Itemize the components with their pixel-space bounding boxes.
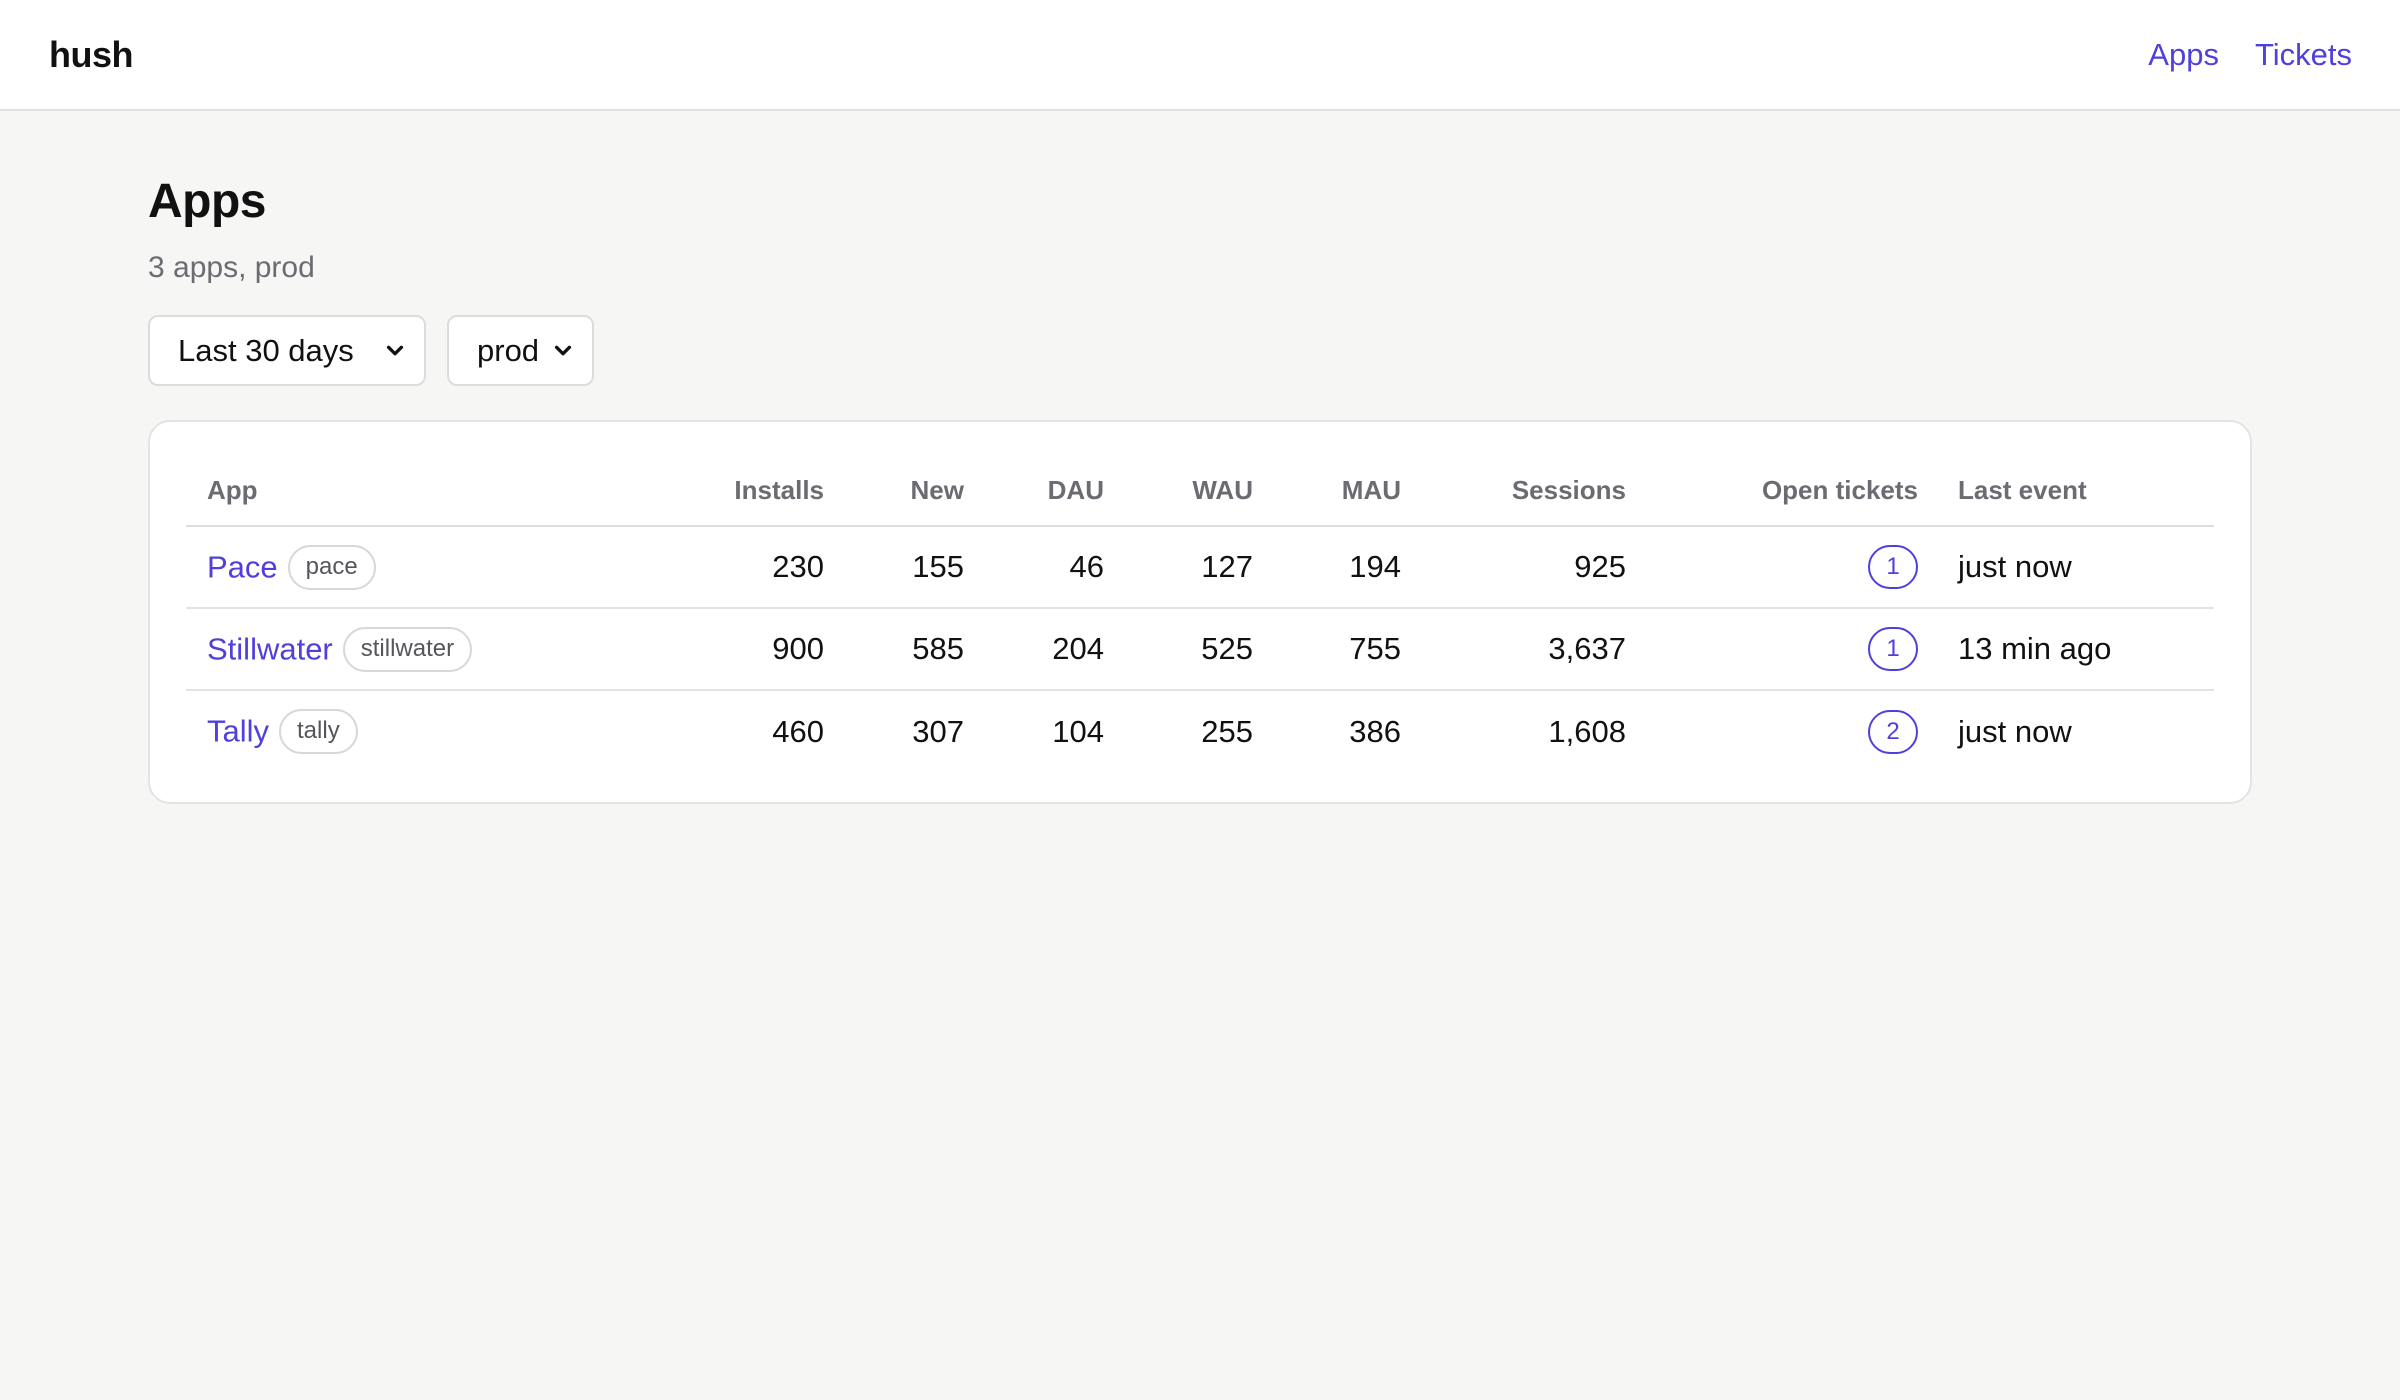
new-cell: 155 [824,526,964,609]
chevron-down-icon [554,345,572,355]
app-cell: Tally tally [186,690,636,772]
new-cell: 307 [912,713,964,749]
main-content: Apps 3 apps, prod Last 30 days prod App … [0,111,2400,804]
column-header-installs[interactable]: Installs [636,456,824,527]
date-range-select[interactable]: Last 30 days [148,315,426,386]
dau-cell: 204 [964,608,1104,691]
nav-link-tickets[interactable]: Tickets [2255,37,2352,73]
open-tickets-badge[interactable]: 1 [1868,627,1918,671]
table-row[interactable]: Tally tally 460 307 104 255 386 1,608 2 j… [186,690,2214,772]
page-title: Apps [148,175,267,228]
open-tickets-cell: 1 [1626,608,1918,691]
app-name-link[interactable]: Pace [207,549,278,584]
date-range-value: Last 30 days [178,332,354,368]
chevron-down-icon [386,345,404,355]
column-header-wau[interactable]: WAU [1104,456,1253,527]
app-cell: Pace pace [186,526,636,609]
last-event-cell: just now [1918,526,2214,609]
column-header-mau[interactable]: MAU [1253,456,1401,527]
open-tickets-badge[interactable]: 1 [1868,545,1918,589]
column-header-last-event[interactable]: Last event [1918,456,2214,527]
sessions-cell: 3,637 [1401,608,1626,691]
mau-cell: 386 [1349,713,1401,749]
apps-table-card: App Installs New DAU WAU MAU Sessions Op… [148,420,2252,804]
app-slug-badge: pace [287,544,376,590]
installs-cell: 230 [636,526,824,609]
app-name-link[interactable]: Stillwater [207,631,333,666]
last-event-cell: just now [1958,713,2072,749]
wau-cell: 525 [1104,608,1253,691]
nav-link-apps[interactable]: Apps [2148,37,2219,73]
dau-cell: 46 [964,526,1104,609]
environment-value: prod [477,332,540,368]
filter-bar: Last 30 days prod [148,315,2400,386]
column-header-sessions[interactable]: Sessions [1401,456,1626,527]
table-row[interactable]: Stillwater stillwater 900 585 204 525 755… [186,608,2214,691]
open-tickets-cell: 2 [1626,690,1918,772]
mau-cell: 194 [1253,526,1401,609]
column-header-dau[interactable]: DAU [964,456,1104,527]
open-tickets-badge[interactable]: 2 [1868,709,1918,754]
installs-cell: 460 [772,713,824,749]
page-subtitle: 3 apps, prod [148,251,315,284]
wau-cell: 255 [1201,713,1253,749]
app-slug-badge: stillwater [342,626,473,672]
dau-cell: 104 [1052,713,1104,749]
sessions-cell: 1,608 [1548,713,1626,749]
environment-select[interactable]: prod [447,315,594,386]
sessions-cell: 925 [1401,526,1626,609]
app-name-link[interactable]: Tally [207,714,269,749]
table-header-row: App Installs New DAU WAU MAU Sessions Op… [186,456,2214,527]
open-tickets-cell: 1 [1626,526,1918,609]
top-bar: hush Apps Tickets [0,0,2400,111]
app-cell: Stillwater stillwater [186,608,636,691]
mau-cell: 755 [1253,608,1401,691]
apps-table: App Installs New DAU WAU MAU Sessions Op… [186,456,2214,772]
app-slug-badge: tally [279,709,358,754]
top-nav: Apps Tickets [2148,37,2352,73]
wau-cell: 127 [1104,526,1253,609]
column-header-new[interactable]: New [824,456,964,527]
column-header-open-tickets[interactable]: Open tickets [1626,456,1918,527]
column-header-app[interactable]: App [186,456,636,527]
installs-cell: 900 [636,608,824,691]
brand-logo[interactable]: hush [49,34,134,76]
last-event-cell: 13 min ago [1918,608,2214,691]
table-row[interactable]: Pace pace 230 155 46 127 194 925 1 just n… [186,526,2214,609]
new-cell: 585 [824,608,964,691]
